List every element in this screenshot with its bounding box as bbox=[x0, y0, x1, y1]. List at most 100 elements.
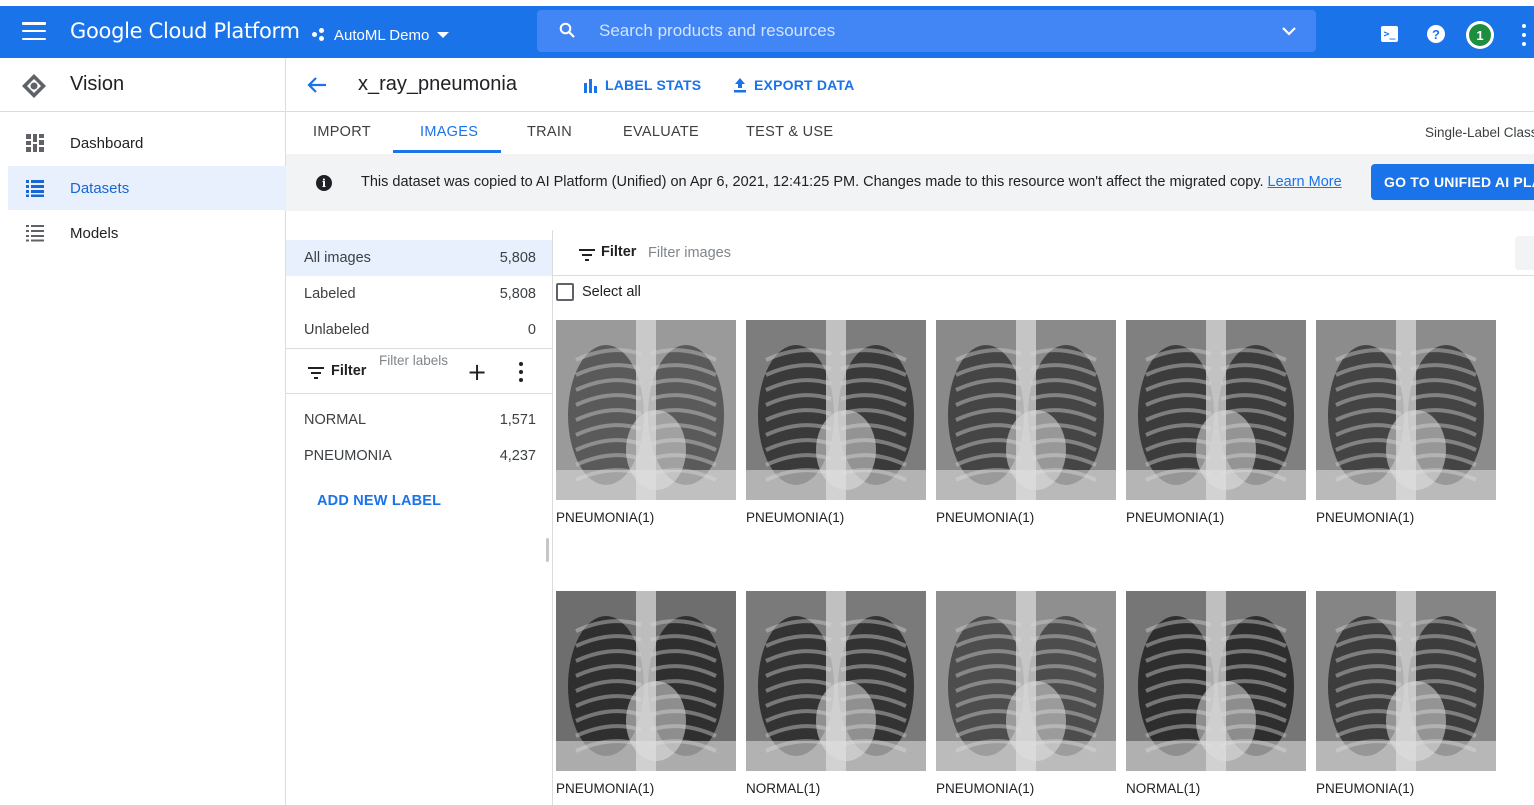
active-tab-indicator bbox=[393, 150, 501, 153]
notification-count: 1 bbox=[1469, 24, 1491, 46]
xray-thumbnail[interactable] bbox=[746, 591, 926, 771]
image-label-caption: PNEUMONIA(1) bbox=[1126, 510, 1225, 525]
help-icon[interactable]: ? bbox=[1427, 25, 1445, 43]
label-row-name: NORMAL bbox=[304, 412, 367, 428]
tab-import[interactable]: IMPORT bbox=[313, 124, 371, 140]
vision-product-icon bbox=[20, 72, 48, 100]
nav-item-label: Models bbox=[70, 224, 119, 242]
dashboard-icon bbox=[26, 134, 44, 152]
image-tile[interactable]: PNEUMONIA(1) bbox=[556, 591, 736, 796]
label-row-count: 5,808 bbox=[499, 286, 536, 302]
export-data-label: EXPORT DATA bbox=[754, 77, 855, 93]
product-title: Vision bbox=[70, 73, 125, 95]
project-name: AutoML Demo bbox=[334, 26, 430, 44]
label-row-normal[interactable]: NORMAL 1,571 bbox=[286, 402, 552, 438]
image-label-caption: PNEUMONIA(1) bbox=[556, 510, 655, 525]
top-app-bar: Google Cloud Platform AutoML Demo >_ ? 1 bbox=[0, 0, 1534, 58]
image-label-caption: PNEUMONIA(1) bbox=[936, 510, 1035, 525]
dataset-tabs: IMPORT IMAGES TRAIN EVALUATE TEST & USE … bbox=[286, 112, 1534, 154]
bar-chart-icon bbox=[584, 79, 597, 93]
select-all-checkbox[interactable]: Select all bbox=[556, 282, 641, 302]
panel-resize-handle[interactable] bbox=[546, 538, 549, 562]
image-label-caption: PNEUMONIA(1) bbox=[1316, 781, 1415, 796]
chevron-down-icon[interactable] bbox=[1279, 21, 1299, 41]
xray-thumbnail[interactable] bbox=[556, 320, 736, 500]
image-label-caption: PNEUMONIA(1) bbox=[936, 781, 1035, 796]
label-row-name: Unlabeled bbox=[304, 322, 370, 338]
add-new-label-button[interactable]: ADD NEW LABEL bbox=[317, 493, 441, 509]
nav-item-dashboard[interactable]: Dashboard bbox=[8, 121, 286, 165]
list-icon bbox=[26, 224, 44, 242]
xray-thumbnail[interactable] bbox=[1316, 591, 1496, 771]
label-stats-button[interactable]: LABEL STATS bbox=[583, 75, 701, 95]
nav-item-datasets[interactable]: Datasets bbox=[8, 166, 286, 210]
xray-thumbnail[interactable] bbox=[556, 591, 736, 771]
hamburger-menu-icon[interactable] bbox=[22, 22, 46, 40]
nav-item-models[interactable]: Models bbox=[8, 211, 286, 255]
filter-label: Filter bbox=[331, 363, 367, 379]
image-tile[interactable]: PNEUMONIA(1) bbox=[936, 591, 1116, 796]
cloud-shell-icon[interactable]: >_ bbox=[1381, 26, 1398, 42]
image-tile[interactable]: PNEUMONIA(1) bbox=[1316, 591, 1496, 796]
project-dots-icon bbox=[312, 28, 328, 42]
more-vert-icon[interactable] bbox=[1520, 24, 1528, 46]
label-row-count: 5,808 bbox=[499, 250, 536, 266]
image-tile[interactable]: NORMAL(1) bbox=[1126, 591, 1306, 796]
image-tile[interactable]: NORMAL(1) bbox=[746, 591, 926, 796]
label-row-name: All images bbox=[304, 250, 371, 266]
xray-thumbnail[interactable] bbox=[1316, 320, 1496, 500]
image-tile[interactable]: PNEUMONIA(1) bbox=[1126, 320, 1306, 525]
image-tile[interactable]: PNEUMONIA(1) bbox=[1316, 320, 1496, 525]
image-label-caption: PNEUMONIA(1) bbox=[746, 510, 845, 525]
label-row-count: 0 bbox=[527, 322, 536, 338]
nav-item-label: Dashboard bbox=[70, 134, 144, 152]
filter-images-input[interactable] bbox=[648, 242, 1048, 264]
xray-thumbnail[interactable] bbox=[746, 320, 926, 500]
back-arrow-icon[interactable] bbox=[306, 74, 328, 96]
image-label-caption: NORMAL(1) bbox=[746, 781, 821, 796]
search-icon bbox=[559, 22, 575, 38]
dataset-header: x_ray_pneumonia LABEL STATS EXPORT DATA bbox=[286, 58, 1534, 112]
add-icon[interactable]: + bbox=[467, 358, 487, 386]
grid-options-button[interactable] bbox=[1515, 236, 1534, 270]
select-all-label: Select all bbox=[582, 284, 641, 300]
project-selector[interactable]: AutoML Demo bbox=[312, 21, 450, 49]
more-vert-icon[interactable] bbox=[519, 362, 523, 382]
dataset-name: x_ray_pneumonia bbox=[358, 73, 517, 95]
tab-test-use[interactable]: TEST & USE bbox=[746, 124, 833, 140]
nav-item-label: Datasets bbox=[70, 179, 130, 197]
xray-thumbnail[interactable] bbox=[936, 591, 1116, 771]
label-row-count: 4,237 bbox=[499, 448, 536, 464]
tab-evaluate[interactable]: EVALUATE bbox=[623, 124, 699, 140]
notifications-badge[interactable]: 1 bbox=[1466, 21, 1494, 49]
xray-thumbnail[interactable] bbox=[1126, 591, 1306, 771]
upload-icon bbox=[734, 78, 746, 93]
label-row-all-images[interactable]: All images 5,808 bbox=[286, 240, 552, 276]
search-bar[interactable] bbox=[537, 10, 1316, 52]
classification-type: Single-Label Class bbox=[1425, 125, 1534, 140]
xray-thumbnail[interactable] bbox=[1126, 320, 1306, 500]
label-row-unlabeled[interactable]: Unlabeled 0 bbox=[286, 312, 552, 348]
checkbox[interactable] bbox=[556, 283, 574, 301]
export-data-button[interactable]: EXPORT DATA bbox=[732, 75, 854, 95]
filter-label: Filter bbox=[601, 244, 637, 260]
xray-thumbnail[interactable] bbox=[936, 320, 1116, 500]
go-to-unified-ai-button[interactable]: GO TO UNIFIED AI PLA bbox=[1371, 164, 1534, 200]
label-filter-bar: Filter Filter labels + bbox=[286, 348, 552, 394]
image-tile[interactable]: PNEUMONIA(1) bbox=[556, 320, 736, 525]
label-row-count: 1,571 bbox=[499, 412, 536, 428]
filter-labels-input[interactable]: Filter labels bbox=[379, 353, 451, 369]
labels-panel: All images 5,808 Labeled 5,808 Unlabeled… bbox=[286, 238, 552, 805]
label-row-pneumonia[interactable]: PNEUMONIA 4,237 bbox=[286, 438, 552, 474]
search-input[interactable] bbox=[599, 18, 1249, 44]
tab-images[interactable]: IMAGES bbox=[420, 124, 478, 140]
image-tile[interactable]: PNEUMONIA(1) bbox=[746, 320, 926, 525]
label-row-name: PNEUMONIA bbox=[304, 448, 392, 464]
image-grid-area: Filter Select all PNEUMONIA(1) PNEUMONIA(… bbox=[552, 230, 1534, 805]
learn-more-link[interactable]: Learn More bbox=[1268, 174, 1342, 190]
tab-train[interactable]: TRAIN bbox=[527, 124, 572, 140]
left-navigation: Vision Dashboard Datasets Models bbox=[0, 58, 286, 805]
image-tile[interactable]: PNEUMONIA(1) bbox=[936, 320, 1116, 525]
brand-title[interactable]: Google Cloud Platform bbox=[70, 19, 300, 43]
label-row-labeled[interactable]: Labeled 5,808 bbox=[286, 276, 552, 312]
